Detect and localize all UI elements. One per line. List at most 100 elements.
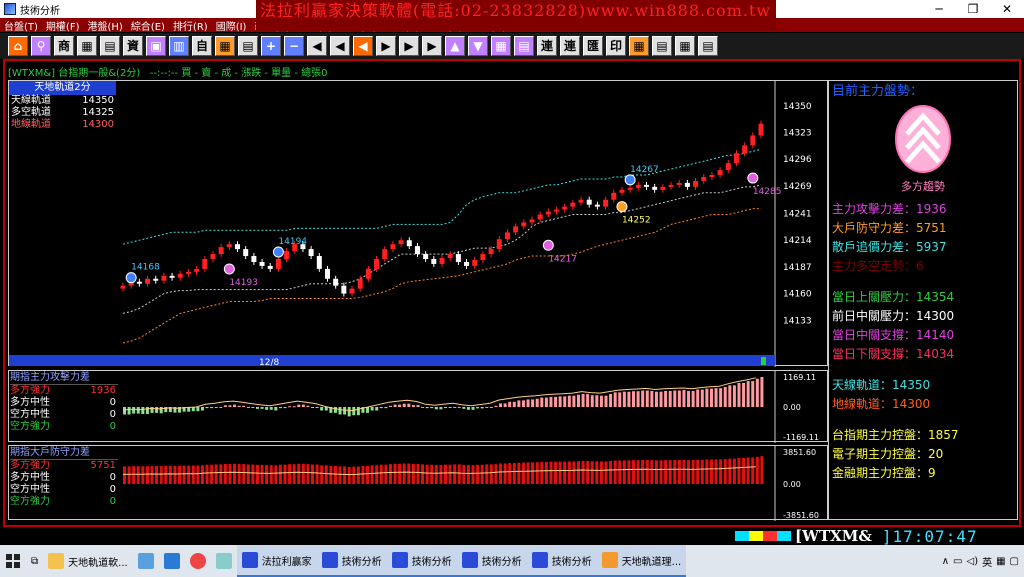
toolbar-button[interactable]: 資 [123,36,143,56]
toolbar-button[interactable]: ▦ [629,36,649,56]
histogram-bar [613,460,617,484]
app-icon [391,552,408,568]
toolbar-button[interactable]: 商 [54,36,74,56]
info-line: 當日下關支撐：14034 [832,347,955,361]
ime-indicator[interactable]: 英 [982,554,992,569]
menu-item[interactable]: 國際(I) [212,18,251,33]
candle-body [455,254,461,262]
volume-icon[interactable]: ◁) [967,556,979,567]
toolbar-button[interactable]: ▤ [652,36,672,56]
histogram-bar [228,463,232,484]
notification-icon[interactable]: ▢ [1010,556,1019,567]
taskbar-item[interactable]: 天地軌道軟... [43,545,133,577]
candle-body [284,251,290,259]
restore-icon[interactable]: ❐ [956,0,990,18]
toolbar-button[interactable]: ▤ [698,36,718,56]
toolbar-button[interactable]: ▦ [491,36,511,56]
defense-force-panel[interactable]: 3851.60 0.00 -3851.60 期指大戶防守力差 多方強力 5751 多方中性… [8,445,829,521]
toolbar-button[interactable]: 印 [606,36,626,56]
attack-force-panel[interactable]: 1169.11 0.00 -1169.11 期指主力攻擊力差 多方強力 1936 多方中性… [8,370,829,443]
taskbar-item[interactable] [211,545,237,577]
toolbar-button[interactable]: + [261,36,281,56]
toolbar-button[interactable]: 連 [560,36,580,56]
attack-force-chart[interactable]: 1169.11 0.00 -1169.11 [9,371,829,443]
histogram-bar [645,390,649,407]
toolbar-button[interactable]: ▶ [376,36,396,56]
histogram-bar [141,466,145,484]
taskbar-item[interactable] [159,545,185,577]
menu-item[interactable]: 期權(F) [42,18,84,33]
defense-force-chart[interactable]: 3851.60 0.00 -3851.60 [9,446,829,521]
legend-value: 14325 [82,107,114,118]
toolbar-button[interactable]: ▦ [77,36,97,56]
toolbar-button[interactable]: ▦ [675,36,695,56]
toolbar-button[interactable]: ▦ [215,36,235,56]
taskbar-item[interactable]: 法拉利贏家 [236,545,317,577]
sub-legend-label: 多方中性 [10,472,50,483]
task-view-icon[interactable]: ⧉ [26,545,43,577]
histogram-bar [159,466,163,484]
histogram-bar [599,395,603,407]
start-icon[interactable] [0,545,26,577]
histogram-bar [705,459,709,484]
minimize-icon[interactable]: ─ [922,0,956,18]
toolbar-button[interactable]: ▶ [399,36,419,56]
histogram-bar [251,464,255,484]
toolbar-button[interactable]: 匯 [583,36,603,56]
buy-signal-icon [125,272,137,284]
toolbar-button[interactable]: ◀ [353,36,373,56]
candle-body [480,254,486,260]
toolbar-button[interactable]: ▤ [238,36,258,56]
menu-item[interactable]: 綜合(E) [127,18,169,33]
taskbar-label: 技術分析 [551,556,592,568]
toolbar-button[interactable]: ▼ [468,36,488,56]
toolbar-button[interactable]: 連 [537,36,557,56]
toolbar-button[interactable]: ▤ [100,36,120,56]
toolbar-button[interactable]: ▥ [169,36,189,56]
info-line: 金融期主力控盤：9 [832,466,936,480]
histogram-bar [416,405,420,407]
toolbar-button[interactable]: ⚲ [31,36,51,56]
toolbar-button[interactable]: − [284,36,304,56]
taskbar-item[interactable]: 技術分析 [386,545,457,577]
histogram-bar [719,459,723,484]
taskbar-item[interactable] [185,545,211,577]
info-line [832,364,1014,376]
system-tray[interactable]: ∧ ▭ ◁) 英 ▦ ▢ [937,545,1024,577]
sub-legend-row: 空方強力 0 [10,496,118,508]
toolbar-button[interactable]: ◀ [307,36,327,56]
taskbar-item[interactable]: 技術分析 [456,545,527,577]
ime-grid-icon[interactable]: ▦ [996,556,1005,567]
chevron-up-icon[interactable]: ∧ [942,556,949,567]
taskbar-item[interactable]: 技術分析 [316,545,387,577]
network-icon[interactable]: ▭ [953,556,962,567]
menu-item[interactable]: 港盤(H) [83,18,126,33]
main-chart-panel[interactable]: 12/8 14350 14323 14296 14269 14241 14214 14187 1… [8,80,829,367]
histogram-bar [508,463,512,484]
histogram-bar [375,407,379,411]
main-chart[interactable]: 12/8 14350 14323 14296 14269 14241 14214 14187 1… [9,81,829,367]
taskbar-item[interactable]: 天地軌道理... [596,545,687,577]
info-line: 當日中關支撐：14140 [832,328,955,342]
toolbar-button[interactable]: 自 [192,36,212,56]
candle-body [521,222,527,227]
taskbar-item[interactable]: 技術分析 [526,545,597,577]
toolbar-button[interactable]: ▤ [514,36,534,56]
sub-legend-value: 0 [109,472,116,483]
histogram-bar [398,404,402,407]
menu-item[interactable]: 台盤(T) [0,18,42,33]
y-tick-label: 14187 [783,263,812,273]
histogram-bar [311,464,315,484]
histogram-bar [159,407,163,414]
taskbar-item[interactable] [133,545,159,577]
signal-label: 14217 [548,254,577,264]
toolbar-button[interactable]: ◀ [330,36,350,56]
candle-body [668,184,674,187]
toolbar-button[interactable]: ⌂ [8,36,28,56]
menu-item[interactable]: 排行(R) [169,18,212,33]
close-icon[interactable]: ✕ [990,0,1024,18]
toolbar-button[interactable]: ▲ [445,36,465,56]
toolbar-button[interactable]: ▣ [146,36,166,56]
toolbar-button[interactable]: ▶ [422,36,442,56]
histogram-bar [558,461,562,484]
